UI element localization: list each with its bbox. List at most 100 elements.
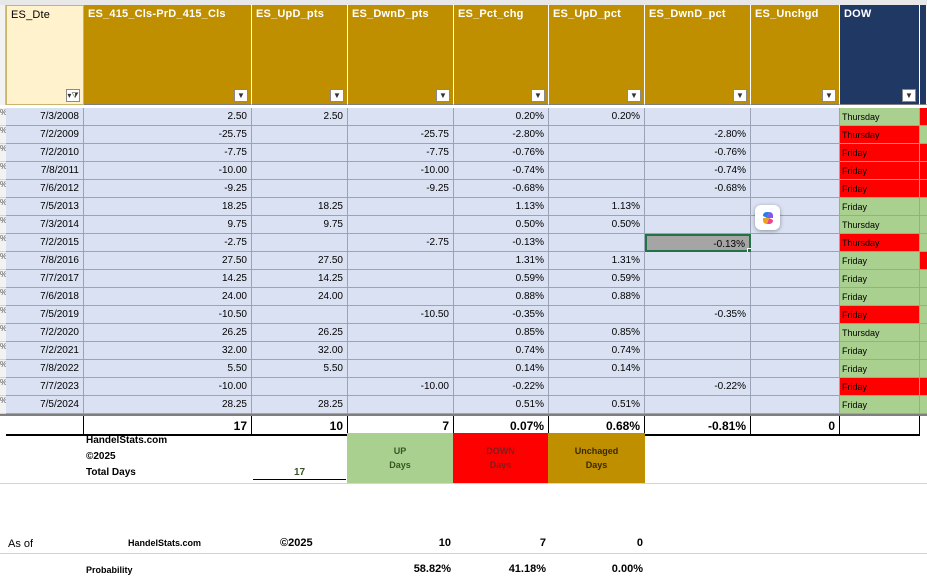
next-column-cell[interactable] <box>920 396 927 414</box>
table-cell[interactable]: -2.80% <box>645 126 751 144</box>
table-cell[interactable] <box>645 252 751 270</box>
table-cell[interactable] <box>751 270 840 288</box>
table-cell[interactable]: 7/7/2023 <box>6 378 84 396</box>
dropdown-arrow-icon[interactable]: ▼ <box>234 89 248 102</box>
table-cell[interactable]: 26.25 <box>252 324 348 342</box>
table-cell[interactable]: 14.25 <box>252 270 348 288</box>
table-cell[interactable] <box>252 306 348 324</box>
table-cell[interactable]: -0.35% <box>454 306 549 324</box>
table-cell[interactable] <box>549 126 645 144</box>
table-cell[interactable]: 0.14% <box>549 360 645 378</box>
filter-applied-icon[interactable]: ▾⧩ <box>66 89 80 102</box>
header-unchanged[interactable]: ES_Unchgd ▼ <box>751 5 840 105</box>
table-cell[interactable] <box>645 270 751 288</box>
table-cell[interactable]: 0.51% <box>454 396 549 414</box>
table-cell[interactable]: 2.50 <box>84 108 252 126</box>
table-cell[interactable]: -0.74% <box>645 162 751 180</box>
header-up-points[interactable]: ES_UpD_pts ▼ <box>252 5 348 105</box>
table-cell[interactable]: 7/2/2021 <box>6 342 84 360</box>
next-column-cell[interactable] <box>920 252 927 270</box>
next-column-cell[interactable] <box>920 324 927 342</box>
dropdown-arrow-icon[interactable]: ▼ <box>330 89 344 102</box>
table-cell[interactable]: 2.50 <box>252 108 348 126</box>
table-cell[interactable]: 27.50 <box>84 252 252 270</box>
table-cell[interactable]: 1.31% <box>454 252 549 270</box>
total-cell[interactable]: 10 <box>252 416 348 436</box>
table-cell[interactable] <box>751 162 840 180</box>
table-cell[interactable]: 0.74% <box>454 342 549 360</box>
dow-cell[interactable]: Friday <box>840 288 920 306</box>
table-cell[interactable] <box>252 144 348 162</box>
table-cell[interactable]: 7/2/2010 <box>6 144 84 162</box>
table-cell[interactable] <box>645 288 751 306</box>
table-cell[interactable]: -10.00 <box>348 162 454 180</box>
table-cell[interactable] <box>751 288 840 306</box>
table-cell[interactable] <box>751 234 840 252</box>
table-cell[interactable]: 7/3/2014 <box>6 216 84 234</box>
dropdown-arrow-icon[interactable]: ▼ <box>822 89 836 102</box>
table-cell[interactable]: 7/2/2009 <box>6 126 84 144</box>
table-cell[interactable] <box>348 324 454 342</box>
table-cell[interactable]: 32.00 <box>252 342 348 360</box>
table-cell[interactable]: 32.00 <box>84 342 252 360</box>
dow-cell[interactable]: Friday <box>840 198 920 216</box>
table-cell[interactable]: 18.25 <box>84 198 252 216</box>
table-cell[interactable] <box>348 216 454 234</box>
next-column-cell[interactable] <box>920 270 927 288</box>
table-cell[interactable]: -0.68% <box>645 180 751 198</box>
table-cell[interactable] <box>549 162 645 180</box>
dropdown-arrow-icon[interactable]: ▼ <box>436 89 450 102</box>
table-cell[interactable]: -2.75 <box>348 234 454 252</box>
table-cell[interactable]: 0.50% <box>454 216 549 234</box>
table-cell[interactable] <box>645 396 751 414</box>
table-cell[interactable]: 5.50 <box>84 360 252 378</box>
table-cell[interactable] <box>751 144 840 162</box>
table-cell[interactable] <box>549 144 645 162</box>
dropdown-arrow-icon[interactable]: ▼ <box>531 89 545 102</box>
table-cell[interactable]: 7/8/2011 <box>6 162 84 180</box>
table-cell[interactable]: 26.25 <box>84 324 252 342</box>
total-cell[interactable]: 0 <box>751 416 840 436</box>
next-column-cell[interactable] <box>920 126 927 144</box>
next-column-cell[interactable] <box>920 288 927 306</box>
next-column-cell[interactable] <box>920 234 927 252</box>
total-cell[interactable]: 17 <box>84 416 252 436</box>
next-column-cell[interactable] <box>920 180 927 198</box>
table-cell[interactable]: -0.74% <box>454 162 549 180</box>
table-cell[interactable] <box>252 162 348 180</box>
table-cell[interactable]: -9.25 <box>84 180 252 198</box>
copilot-icon[interactable] <box>755 205 780 230</box>
table-cell[interactable] <box>751 342 840 360</box>
table-cell[interactable] <box>751 396 840 414</box>
table-cell[interactable]: -2.75 <box>84 234 252 252</box>
next-column-cell[interactable] <box>920 342 927 360</box>
totals-empty-cell[interactable] <box>6 416 84 436</box>
next-column-cell[interactable] <box>920 306 927 324</box>
dow-cell[interactable]: Friday <box>840 270 920 288</box>
header-up-pct[interactable]: ES_UpD_pct ▼ <box>549 5 645 105</box>
table-cell[interactable]: 7/7/2017 <box>6 270 84 288</box>
table-cell[interactable] <box>549 234 645 252</box>
table-cell[interactable] <box>751 306 840 324</box>
table-cell[interactable]: -9.25 <box>348 180 454 198</box>
total-cell[interactable]: -0.81% <box>645 416 751 436</box>
dow-cell[interactable]: Friday <box>840 396 920 414</box>
table-cell[interactable]: 1.13% <box>549 198 645 216</box>
table-cell[interactable]: -10.50 <box>348 306 454 324</box>
table-cell[interactable] <box>751 378 840 396</box>
selected-cell[interactable]: -0.13% <box>645 234 751 252</box>
header-down-pct[interactable]: ES_DwnD_pct ▼ <box>645 5 751 105</box>
table-cell[interactable]: -25.75 <box>348 126 454 144</box>
table-cell[interactable]: -2.80% <box>454 126 549 144</box>
totals-empty-cell[interactable] <box>840 416 920 436</box>
table-cell[interactable] <box>348 360 454 378</box>
table-cell[interactable]: 7/2/2015 <box>6 234 84 252</box>
dow-cell[interactable]: Friday <box>840 162 920 180</box>
table-cell[interactable]: 0.88% <box>549 288 645 306</box>
table-cell[interactable] <box>645 342 751 360</box>
table-cell[interactable] <box>751 324 840 342</box>
dow-cell[interactable]: Friday <box>840 144 920 162</box>
table-cell[interactable]: 0.85% <box>454 324 549 342</box>
table-cell[interactable]: 14.25 <box>84 270 252 288</box>
table-cell[interactable]: 24.00 <box>252 288 348 306</box>
